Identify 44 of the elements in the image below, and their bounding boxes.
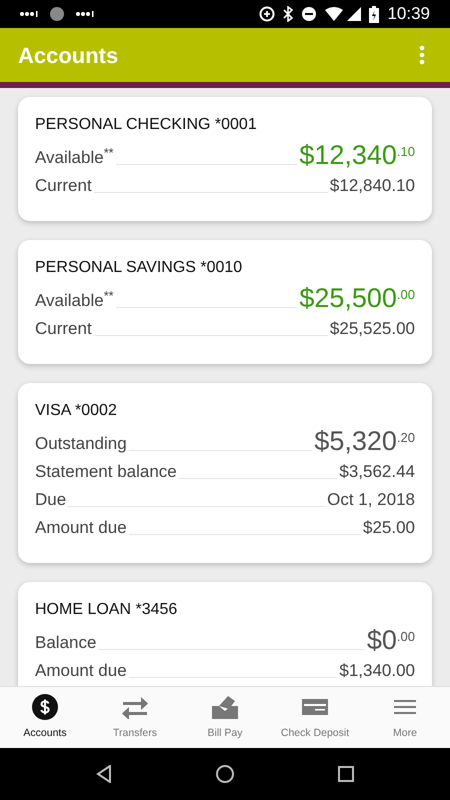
envelope-icon bbox=[211, 694, 239, 720]
bluetooth-icon bbox=[283, 6, 294, 22]
do-not-disturb-icon bbox=[301, 6, 318, 22]
account-name: PERSONAL SAVINGS *0010 bbox=[35, 258, 244, 278]
row-value: $25.00 bbox=[363, 517, 415, 539]
nav-tab[interactable]: Bill Pay bbox=[180, 687, 270, 748]
card-icon bbox=[301, 696, 329, 717]
battery-charging-icon bbox=[369, 6, 380, 22]
nav-tab[interactable]: Check Deposit bbox=[270, 687, 360, 748]
row-label: Due bbox=[35, 489, 66, 511]
nav-tab[interactable]: More bbox=[360, 687, 450, 748]
signal-dots-icon bbox=[20, 11, 38, 17]
row-label: Statement balance bbox=[35, 461, 177, 483]
account-name: HOME LOAN *3456 bbox=[35, 600, 178, 620]
recents-icon[interactable] bbox=[338, 766, 354, 782]
row-value: $3,562.44 bbox=[339, 461, 415, 483]
data-saver-icon bbox=[259, 6, 276, 22]
dollar-icon bbox=[32, 694, 58, 720]
menu-icon bbox=[394, 698, 416, 716]
more-vertical-icon bbox=[419, 45, 425, 65]
account-name: PERSONAL CHECKING *0001 bbox=[35, 115, 258, 135]
row-value: $25,525.00 bbox=[330, 318, 415, 340]
transfer-icon bbox=[121, 694, 149, 719]
nav-tab[interactable]: Accounts bbox=[0, 687, 90, 748]
signal-dots-icon bbox=[76, 11, 94, 17]
account-name: VISA *0002 bbox=[35, 401, 118, 421]
back-icon[interactable] bbox=[96, 765, 112, 783]
home-icon[interactable] bbox=[216, 765, 234, 783]
balance-label: Available$^{**}$ bbox=[35, 290, 114, 312]
balance-label: Available$^{**}$ bbox=[35, 147, 114, 169]
row-label: Current bbox=[35, 318, 92, 340]
app-title: Accounts bbox=[18, 42, 120, 70]
nav-tab[interactable]: Transfers bbox=[90, 687, 180, 748]
row-label: Current bbox=[35, 175, 92, 197]
wifi-icon bbox=[325, 7, 344, 21]
row-value: $1,340.00 bbox=[339, 660, 415, 682]
row-label: Amount due bbox=[35, 517, 127, 539]
row-label: Amount due bbox=[35, 660, 127, 682]
balance-label: Outstanding bbox=[35, 433, 127, 455]
clock-time: 10:39 bbox=[387, 3, 430, 26]
row-value: $12,840.10 bbox=[330, 175, 415, 197]
cell-signal-icon bbox=[347, 7, 362, 21]
balance-label: Balance bbox=[35, 632, 96, 654]
row-value: Oct 1, 2018 bbox=[327, 489, 415, 511]
